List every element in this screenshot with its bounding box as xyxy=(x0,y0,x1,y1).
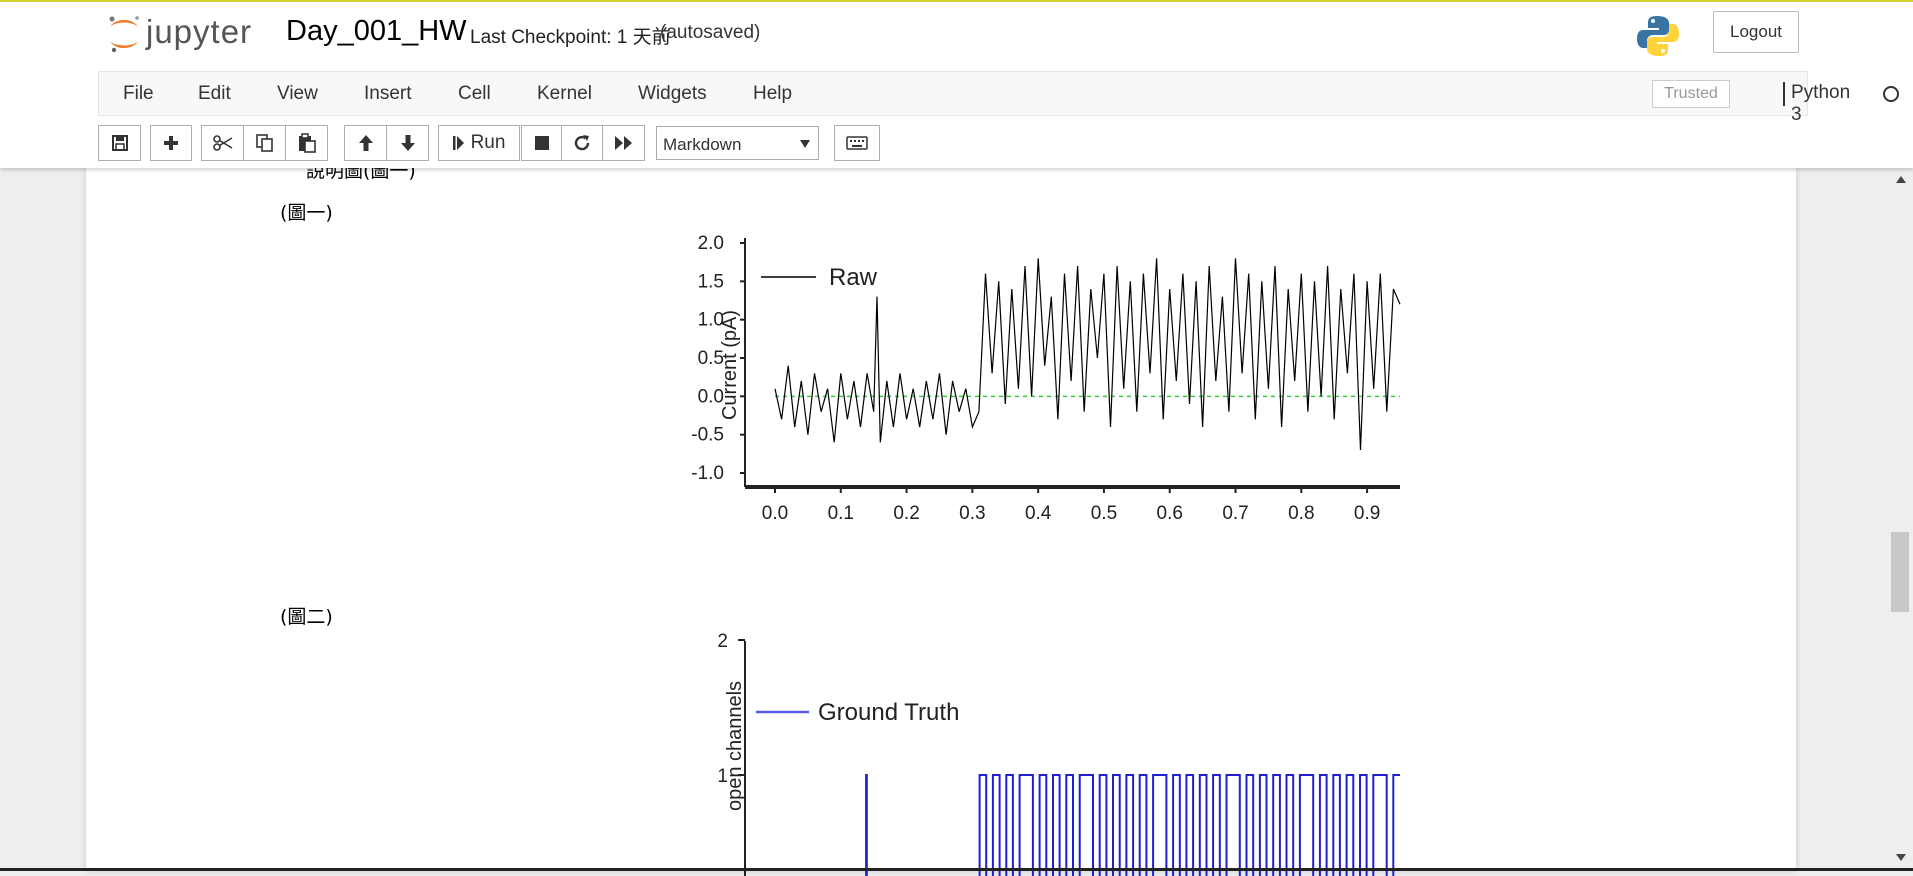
fast-forward-icon xyxy=(614,136,632,150)
c1-xtick-label: 0.8 xyxy=(1288,503,1314,524)
figure2-caption: (圖二) xyxy=(280,606,333,628)
c1-ytick-label: 1.5 xyxy=(698,271,724,292)
figure1-caption: (圖一) xyxy=(280,202,333,224)
interrupt-kernel-button[interactable] xyxy=(521,125,562,161)
restart-run-all-button[interactable] xyxy=(602,125,645,161)
kernel-name[interactable]: Python 3 xyxy=(1791,82,1850,126)
run-label: Run xyxy=(470,132,506,153)
stop-icon xyxy=(534,136,549,150)
menu-help[interactable]: Help xyxy=(753,83,792,105)
save-button[interactable] xyxy=(98,125,141,161)
kernel-separator xyxy=(1783,82,1785,106)
cut-button[interactable] xyxy=(201,125,244,161)
c2-ytick-label: 2 xyxy=(717,631,728,652)
c1-xtick-label: 0.7 xyxy=(1222,503,1248,524)
jupyter-logo-text: jupyter xyxy=(146,13,253,50)
raw-current-chart: 2.01.51.00.50.0-0.5-1.00.0 0.1 0.2 0.3 0.4 0.… xyxy=(691,233,1401,524)
c1-xtick-label: 0.0 xyxy=(762,503,788,524)
menu-file[interactable]: File xyxy=(123,83,154,105)
c2-series-ground-truth xyxy=(865,774,1400,876)
scroll-down-icon[interactable] xyxy=(1896,854,1906,861)
page-scrollbar[interactable] xyxy=(1887,168,1913,871)
cell-type-value: Markdown xyxy=(663,135,742,154)
c1-xtick-label: 0.2 xyxy=(893,503,919,524)
notebook-header: jupyter Day_001_HW Last Checkpoint: 1 天前… xyxy=(0,2,1913,168)
c1-xtick-label: 0.1 xyxy=(828,503,854,524)
step-forward-icon xyxy=(452,136,464,150)
c1-xtick-label: 0.9 xyxy=(1354,503,1380,524)
cell-type-select[interactable]: Markdown xyxy=(656,126,819,160)
c1-legend-label: Raw xyxy=(829,264,878,291)
menu-insert[interactable]: Insert xyxy=(364,83,412,105)
scroll-up-icon[interactable] xyxy=(1896,176,1906,183)
kernel-idle-indicator xyxy=(1883,86,1899,102)
paste-button[interactable] xyxy=(285,125,328,161)
c2-ylabel: open channels xyxy=(724,681,746,811)
copy-button[interactable] xyxy=(243,125,286,161)
c1-xtick-label: 0.3 xyxy=(959,503,985,524)
chevron-down-icon xyxy=(800,140,810,148)
insert-cell-button[interactable] xyxy=(150,125,192,161)
refresh-icon xyxy=(574,135,590,151)
menu-kernel[interactable]: Kernel xyxy=(537,83,592,105)
move-up-button[interactable] xyxy=(344,125,387,161)
restart-kernel-button[interactable] xyxy=(561,125,603,161)
menu-bar: File Edit View Insert Cell Kernel Widget… xyxy=(98,71,1899,125)
c1-xtick-label: 0.5 xyxy=(1091,503,1117,524)
logout-button[interactable]: Logout xyxy=(1713,11,1799,53)
menu-widgets[interactable]: Widgets xyxy=(638,83,707,105)
menu-view[interactable]: View xyxy=(277,83,318,105)
c1-ylabel: Current (pA) xyxy=(719,310,741,420)
command-palette-button[interactable] xyxy=(834,125,880,161)
c1-ytick-label: 2.0 xyxy=(698,233,724,254)
scrollbar-thumb[interactable] xyxy=(1891,532,1909,612)
python-logo-icon xyxy=(1637,16,1679,56)
autosave-status: (autosaved) xyxy=(660,22,761,43)
notebook-name[interactable]: Day_001_HW xyxy=(286,15,467,48)
save-icon xyxy=(111,135,128,151)
notebook-container: 說明圖(圖一) (圖一) 2.0 1.5 1.0 0.5 0.0 -0.5 -1.0 0.0 0… xyxy=(86,160,1796,876)
keyboard-icon xyxy=(846,136,868,150)
move-down-button[interactable] xyxy=(386,125,429,161)
arrow-down-icon xyxy=(400,135,415,151)
c1-ytick-label: -1.0 xyxy=(691,463,724,484)
copy-icon xyxy=(255,134,273,152)
checkpoint-status: Last Checkpoint: 1 天前 xyxy=(470,27,671,48)
c1-ytick-label: -0.5 xyxy=(691,425,724,446)
trusted-indicator[interactable]: Trusted xyxy=(1652,80,1730,108)
scissors-icon xyxy=(212,135,232,151)
menu-cell[interactable]: Cell xyxy=(458,83,491,105)
ground-truth-chart: 21 open channels Ground Truth xyxy=(717,631,1400,876)
jupyter-logo[interactable]: jupyter xyxy=(104,12,264,56)
plus-icon xyxy=(164,136,178,150)
paste-icon xyxy=(298,133,316,153)
menu-edit[interactable]: Edit xyxy=(198,83,231,105)
c1-xtick-label: 0.4 xyxy=(1025,503,1052,524)
c1-xtick-label: 0.6 xyxy=(1157,503,1183,524)
arrow-up-icon xyxy=(358,135,373,151)
jupyter-logo-icon xyxy=(109,16,139,53)
c2-legend-label: Ground Truth xyxy=(818,699,959,726)
run-button[interactable]: Run xyxy=(438,125,520,161)
